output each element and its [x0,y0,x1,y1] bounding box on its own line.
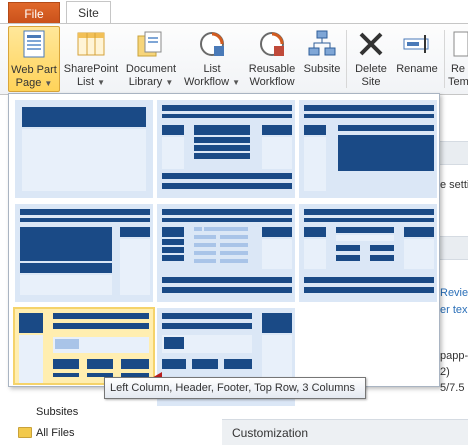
number-text: 2) [440,366,450,378]
rename-icon [401,28,433,60]
customization-heading: Customization [232,426,309,440]
reusable-workflow-button[interactable]: Reusable Workflow [244,26,300,92]
background-strip [440,141,468,165]
reset-template-icon [448,28,468,60]
rename-label: Rename [396,63,438,75]
reusable-workflow-label-1: Reusable [248,63,296,75]
text-link[interactable]: er tex [440,304,468,316]
nav-subsites[interactable]: Subsites [36,406,78,418]
ribbon-separator [444,30,445,88]
layout-option-left-column-header-footer-top-row-3-columns[interactable] [13,307,155,385]
settings-text: e setti [440,179,468,191]
reusable-workflow-icon [256,28,288,60]
document-library-button[interactable]: Document Library ▼ [122,26,180,92]
document-library-label-2: Library [128,76,163,88]
ribbon-tab-strip: File Site [0,0,468,25]
layout-option-header-left-column-body[interactable] [299,100,437,198]
web-part-page-label-2: Page [15,77,42,89]
background-page-content: e setti Review er tex papp-t 2) 5/7.5 [440,96,468,445]
left-navigation: Subsites All Files [0,400,200,445]
tab-file[interactable]: File [8,2,60,24]
document-library-icon [135,28,167,60]
layout-option-header-footer-4-columns-top-row[interactable] [299,204,437,302]
reset-template-button[interactable]: Re Tem [448,26,468,92]
folder-icon [18,427,32,438]
delete-site-button[interactable]: Delete Site [350,26,392,92]
subsite-label: Subsite [303,63,341,75]
nav-all-files[interactable]: All Files [36,427,75,439]
web-part-page-label-1: Web Part [11,64,57,76]
customization-section: Customization [222,419,468,445]
web-part-page-icon [18,29,50,61]
chevron-down-icon: ▼ [165,78,174,87]
layout-option-full-page-vertical[interactable] [15,100,153,198]
ribbon-separator [346,30,347,88]
tab-site[interactable]: Site [66,1,111,25]
review-link[interactable]: Review [440,287,468,299]
delete-site-label-1: Delete [355,63,387,75]
subsite-icon [306,28,338,60]
rename-button[interactable]: Rename [394,26,440,92]
chevron-down-icon: ▼ [97,78,106,87]
background-strip [440,236,468,260]
web-part-page-layout-gallery [8,93,440,406]
document-library-label-1: Document [125,63,177,75]
reset-template-label-1: Re [450,63,466,75]
reset-template-label-2: Tem [448,76,468,88]
list-icon [75,28,107,60]
layout-option-header-footer-3-columns[interactable] [157,100,295,198]
chevron-down-icon: ▼ [232,78,240,87]
layout-tooltip: Left Column, Header, Footer, Top Row, 3 … [104,377,366,399]
layout-option-header-right-column-body[interactable] [15,204,153,302]
layout-option-header-footer-2-columns-4-rows[interactable] [157,204,295,302]
delete-icon [355,28,387,60]
subsite-button[interactable]: Subsite [302,26,342,92]
ribbon: Web Part Page ▼ SharePoint List ▼ Docume… [0,23,468,95]
list-workflow-label-1: List [203,63,221,75]
list-workflow-label-2: Workflow [183,76,230,88]
version-text: 5/7.5 [440,382,465,394]
sharepoint-list-label-1: SharePoint [63,63,119,75]
app-text: papp-t [440,350,468,362]
sharepoint-list-label-2: List [76,76,95,88]
sharepoint-list-button[interactable]: SharePoint List ▼ [62,26,120,92]
chevron-down-icon: ▼ [44,79,53,88]
list-workflow-icon [196,28,228,60]
reusable-workflow-label-2: Workflow [249,76,295,88]
web-part-page-button[interactable]: Web Part Page ▼ [8,26,60,92]
list-workflow-button[interactable]: List Workflow ▼ [182,26,242,92]
delete-site-label-2: Site [361,76,381,88]
